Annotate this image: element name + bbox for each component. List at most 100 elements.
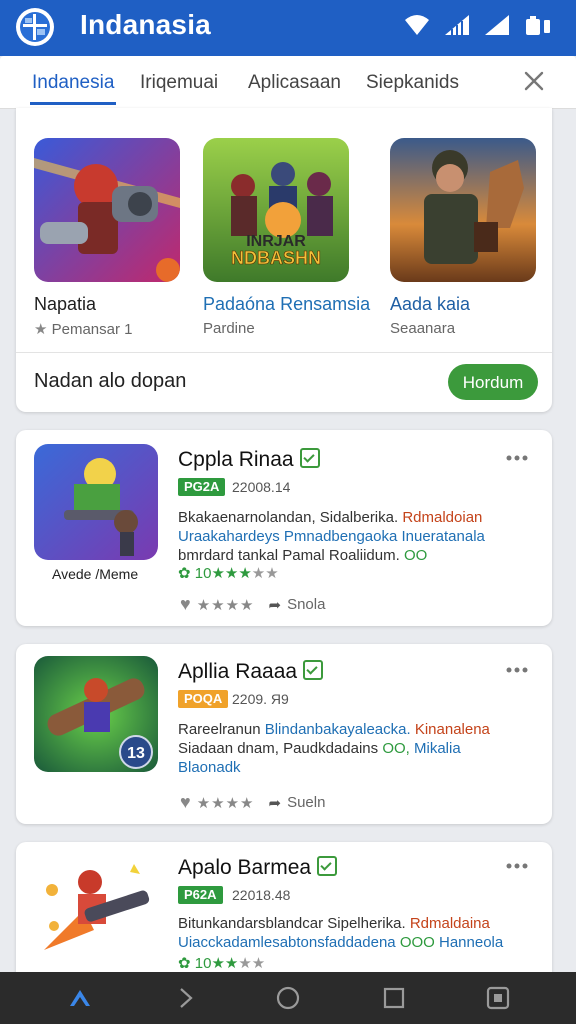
rating-stars: ★★ — [211, 955, 239, 972]
circle-home-icon[interactable] — [274, 984, 302, 1012]
signal-icon — [444, 14, 470, 41]
square-recents-icon[interactable] — [380, 984, 408, 1012]
app-art-icon[interactable]: 13 — [34, 656, 158, 772]
app-date: 22018.48 — [232, 887, 291, 903]
desc-highlight: Uraakahardeys Pmnadbengaoka — [178, 528, 402, 545]
featured-item[interactable]: Napatia ★ Pemansar 1 — [34, 138, 184, 338]
desc-highlight: Uiacckadamlesabtonsfaddadena — [178, 934, 400, 951]
soldier-horse-art-icon[interactable] — [390, 138, 536, 282]
desc-highlight: Hanneola — [439, 934, 504, 951]
app-description: Bitunkandarsblandcar Sipelherika. Rdmald… — [178, 914, 538, 952]
desc-text: bmrdard tankal Pamal Roaliidum. — [178, 547, 404, 564]
battery-icon — [524, 14, 552, 41]
desc-highlight: Mikalia — [414, 740, 461, 757]
home-icon[interactable] — [66, 984, 94, 1012]
chevron-right-icon[interactable] — [172, 984, 200, 1012]
tab-indanesia[interactable]: Indanesia — [32, 72, 114, 94]
system-nav-bar — [0, 972, 576, 1024]
desc-highlight: OO — [403, 547, 428, 564]
app-actions: ♥ ★★★★ ➦ Sueln — [180, 792, 325, 813]
app-art-icon[interactable] — [34, 444, 158, 560]
featured-item[interactable]: Aada kaia Seaanara — [390, 138, 540, 337]
mini-rating: ✿ 10★★★★★ — [178, 564, 279, 582]
tab-iriqemuai[interactable]: Iriqemuai — [140, 72, 218, 94]
active-tab-indicator — [30, 102, 116, 105]
desc-highlight: Rdmaldoian — [402, 509, 483, 526]
desc-text: Bkakaenarnolandan, Sidalberika. — [178, 509, 403, 526]
featured-name: Napatia — [34, 294, 97, 314]
heart-icon[interactable]: ♥ — [180, 792, 191, 813]
app-card[interactable]: 13 Apllia Raaaa POQA 2209. Я9 Rareelranu… — [16, 644, 552, 824]
featured-sub-text: Pemansar 1 — [51, 321, 133, 338]
app-title-text: Apllia Raaaa — [178, 660, 298, 683]
tab-bar: Indanesia Iriqemuai Aplicasaan Siepkanid… — [0, 56, 576, 109]
rating-value: 10 — [194, 565, 212, 582]
app-tag: PG2A — [178, 478, 226, 496]
rating-stars-empty: ★★ — [238, 955, 266, 972]
app-date: 22008.14 — [232, 479, 291, 495]
desc-highlight: Rdmaldaina — [409, 915, 490, 932]
app-logo-icon[interactable] — [16, 8, 54, 46]
heart-icon[interactable]: ♥ — [180, 594, 191, 615]
rating-stars: ★★★ — [211, 565, 252, 582]
action-stars[interactable]: ★★★★ — [197, 596, 255, 614]
share-icon[interactable]: ➦ — [268, 794, 281, 812]
app-description: Rareelranun Blindanbakayaleacka. Kinanal… — [178, 720, 538, 777]
featured-item[interactable]: INRJAR NDBASHN Padaóna Rensamsia Pardine — [203, 138, 370, 337]
close-icon[interactable] — [522, 69, 546, 93]
app-title[interactable]: Cppla Rinaa — [178, 448, 320, 472]
app-caption: Avede /Meme — [52, 566, 139, 582]
status-icons — [404, 14, 552, 41]
share-icon[interactable]: ➦ — [268, 596, 281, 614]
tab-siepkanids[interactable]: Siepkanids — [366, 72, 459, 94]
app-title-text: Cppla Rinaa — [178, 448, 294, 471]
featured-name: Padaóna Rensamsia — [203, 294, 371, 314]
featured-action-button[interactable]: Hordum — [448, 364, 538, 400]
app-title[interactable]: Apalo Barmea — [178, 856, 338, 880]
desc-highlight: OO, — [382, 740, 414, 757]
more-options-icon[interactable] — [506, 454, 528, 462]
featured-card: Napatia ★ Pemansar 1 INRJAR NDBASHN Pada… — [16, 108, 552, 412]
featured-sub: Seaanara — [390, 320, 456, 337]
wifi-icon — [404, 14, 430, 41]
desc-highlight: Inueratanala — [401, 528, 485, 545]
app-date: 2209. Я9 — [232, 691, 289, 707]
rating-stars-empty: ★★ — [251, 565, 279, 582]
featured-sub: Pardine — [203, 320, 255, 337]
app-title: Indanasia — [80, 9, 211, 40]
tab-aplicasaan[interactable]: Aplicasaan — [248, 72, 341, 94]
more-options-icon[interactable] — [506, 666, 528, 674]
mini-rating: ✿ 10★★★★ — [178, 954, 265, 972]
robot-warrior-art-icon[interactable] — [34, 138, 180, 282]
app-tag: POQA — [178, 690, 229, 708]
app-actions: ♥ ★★★★ ➦ Snola — [180, 594, 325, 615]
featured-sub: ★ Pemansar 1 — [34, 320, 133, 338]
desc-text: Rareelranun — [178, 721, 265, 738]
verified-icon — [317, 856, 338, 877]
divider — [16, 352, 552, 353]
desc-text: Bitunkandarsblandcar Sipelherika. — [178, 915, 410, 932]
app-card[interactable]: Avede /Meme Cppla Rinaa PG2A 22008.14 Bk… — [16, 430, 552, 626]
desc-highlight: OOO — [399, 934, 439, 951]
gear-icon: ✿ — [178, 955, 191, 972]
app-card[interactable]: Apalo Barmea P62A 22018.48 Bitunkandarsb… — [16, 842, 552, 992]
more-options-icon[interactable] — [506, 862, 528, 870]
badge-text: 13 — [127, 745, 145, 762]
app-art-icon[interactable] — [34, 850, 158, 966]
desc-highlight: Kinanalena — [414, 721, 490, 738]
verified-icon — [299, 448, 320, 469]
app-title[interactable]: Apllia Raaaa — [178, 660, 324, 684]
verified-icon — [303, 660, 324, 681]
soldiers-game-art-icon[interactable]: INRJAR NDBASHN — [203, 138, 349, 282]
screenshot-icon[interactable] — [484, 984, 512, 1012]
action-stars[interactable]: ★★★★ — [197, 794, 255, 812]
featured-name: Aada kaia — [390, 294, 471, 314]
gear-icon: ✿ — [178, 565, 191, 582]
signal-icon-2 — [484, 14, 510, 41]
app-title-text: Apalo Barmea — [178, 856, 312, 879]
star-icon: ★ — [34, 321, 48, 338]
action-label[interactable]: Sueln — [287, 794, 325, 811]
desc-highlight: Blaonadk — [178, 759, 241, 776]
action-label[interactable]: Snola — [287, 596, 325, 613]
featured-footer-text: Nadan alo dopan — [34, 370, 187, 392]
